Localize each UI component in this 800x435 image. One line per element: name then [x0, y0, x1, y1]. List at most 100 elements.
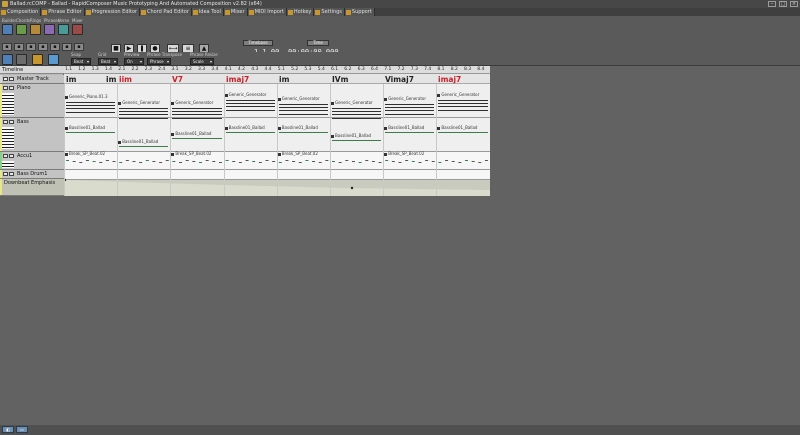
- phrase-clip[interactable]: Generic_Generator: [331, 100, 381, 107]
- tool-b-button[interactable]: ▪: [14, 43, 24, 51]
- solo-icon[interactable]: [9, 86, 14, 90]
- status-right-icon[interactable]: ▭: [16, 426, 28, 433]
- phrase-clip[interactable]: Bassline01_Ballad: [277, 125, 328, 132]
- folder-icon[interactable]: [32, 54, 43, 65]
- accu-note: [218, 162, 222, 163]
- tab-midi-import[interactable]: MIDI Import: [247, 8, 287, 16]
- accu-note: [285, 160, 289, 161]
- bar-line: [223, 84, 225, 196]
- drum-track-header[interactable]: Bass Drum1: [0, 170, 64, 179]
- verse-icon[interactable]: [58, 24, 69, 35]
- accu-note: [79, 162, 83, 163]
- note-bar: [278, 114, 328, 115]
- phrase-clip[interactable]: Bassline01_Ballad: [171, 131, 221, 138]
- phrase-clip[interactable]: Generic_Generator: [118, 100, 168, 107]
- phrase-clip[interactable]: Break_SP_Beat.02: [171, 151, 271, 158]
- accu-note: [99, 162, 103, 163]
- drum-track-name: Bass Drum1: [17, 171, 48, 177]
- tab-mixer[interactable]: Mixer: [223, 8, 248, 16]
- phrase-clip[interactable]: Generic_Piano.01.3: [65, 94, 115, 101]
- status-left-icon[interactable]: ◧: [2, 426, 14, 433]
- rings-icon[interactable]: [30, 24, 41, 35]
- tool-g-button[interactable]: ▪: [74, 43, 84, 51]
- tab-phrase-editor[interactable]: Phrase Editor: [41, 8, 85, 16]
- master-track-header[interactable]: Master Track: [0, 75, 64, 84]
- grid-dropdown[interactable]: Beat: [98, 58, 118, 65]
- bass-track-header[interactable]: Bass: [0, 118, 64, 152]
- timeline-area[interactable]: 1.1 1.2 1.3 1.4 2.1 2.2 2.3 2.4 3.1 3.2 3.3 3.4 4.1 4…: [64, 66, 490, 196]
- emphasis-point[interactable]: [350, 186, 354, 190]
- minimize-icon[interactable]: –: [768, 1, 776, 7]
- maximize-icon[interactable]: □: [779, 1, 787, 7]
- accu-note: [451, 161, 455, 162]
- accu-note: [119, 162, 123, 163]
- mixer-label: Mixer: [72, 18, 83, 23]
- solo-icon[interactable]: [9, 120, 14, 124]
- note-bar: [385, 132, 435, 133]
- midi-import-icon: [248, 9, 254, 15]
- phrase-transpose-dropdown[interactable]: Phrase: [147, 58, 171, 65]
- phrase-clip[interactable]: Break_SP_Beat.02: [277, 151, 378, 158]
- accu-note: [192, 161, 196, 162]
- accu-note: [145, 160, 149, 161]
- mute-icon[interactable]: [3, 154, 8, 158]
- accu-note: [325, 160, 329, 161]
- phrase-clip[interactable]: Bassline01_Ballad: [65, 125, 115, 132]
- progression-editor-icon: [85, 9, 91, 15]
- accu-note: [139, 162, 143, 163]
- note-bar: [119, 146, 169, 147]
- accu-track-header[interactable]: Accu1: [0, 152, 64, 170]
- phrase-clip[interactable]: Generic_Generator: [224, 92, 275, 99]
- solo-icon[interactable]: [9, 77, 14, 81]
- mixer-tool-icon[interactable]: [72, 24, 83, 35]
- mute-icon[interactable]: [3, 172, 8, 176]
- note-view-icon[interactable]: [2, 54, 13, 65]
- snap-dropdown[interactable]: Beat: [71, 58, 91, 65]
- phrase-clip[interactable]: Bassline01_Ballad: [437, 125, 487, 132]
- support-icon: [345, 9, 351, 15]
- tool-f-button[interactable]: ▪: [62, 43, 72, 51]
- tab-hotkey[interactable]: Hotkey: [286, 8, 315, 16]
- accu-track-name: Accu1: [17, 153, 33, 159]
- tab-chord-pad-editor[interactable]: Chord Pad Editor: [139, 8, 192, 16]
- phrases-icon[interactable]: [44, 24, 55, 35]
- phrase-clip[interactable]: Generic_Generator: [277, 96, 328, 103]
- accu-note: [418, 162, 422, 163]
- mute-icon[interactable]: [3, 120, 8, 124]
- phrase-clip[interactable]: Generic_Generator: [171, 100, 221, 107]
- phrase-clip[interactable]: Break_SP_Beat.02: [65, 151, 165, 158]
- cloud-icon[interactable]: [48, 54, 59, 65]
- phrase-clip[interactable]: Bassline01_Ballad: [224, 125, 275, 132]
- phrase-clip[interactable]: Bassline01_Ballad: [384, 125, 434, 132]
- phrase-clip[interactable]: Generic_Generator: [437, 92, 487, 99]
- tool-d-button[interactable]: ▪: [38, 43, 48, 51]
- solo-icon[interactable]: [9, 172, 14, 176]
- phrase-clip[interactable]: Bassline01_Ballad: [331, 133, 381, 140]
- tab-composition[interactable]: Composition: [0, 8, 42, 16]
- phrase-resize-dropdown[interactable]: Scale: [190, 58, 214, 65]
- note-bar: [332, 118, 382, 119]
- mute-icon[interactable]: [3, 86, 8, 90]
- tab-support[interactable]: Support: [344, 8, 375, 16]
- phrase-clip[interactable]: Bassline01_Ballad: [118, 139, 168, 146]
- tool-e-button[interactable]: ▪: [50, 43, 60, 51]
- chords-icon[interactable]: [16, 24, 27, 35]
- close-icon[interactable]: ×: [790, 1, 798, 7]
- mute-icon[interactable]: [3, 77, 8, 81]
- builder-icon[interactable]: [2, 24, 13, 35]
- preview-dropdown[interactable]: On: [124, 58, 144, 65]
- list-view-icon[interactable]: [16, 54, 27, 65]
- tab-progression-editor[interactable]: Progression Editor: [84, 8, 140, 16]
- piano-track-name: Piano: [17, 85, 31, 91]
- phrase-clip[interactable]: Break_SP_Beat.02: [384, 151, 484, 158]
- tab-settings[interactable]: Settings: [314, 8, 345, 16]
- note-bar: [385, 107, 435, 108]
- emphasis-track-header[interactable]: Downbeat Emphasis: [0, 179, 64, 196]
- solo-icon[interactable]: [9, 154, 14, 158]
- tool-c-button[interactable]: ▪: [26, 43, 36, 51]
- tab-idea-tool[interactable]: Idea Tool: [191, 8, 224, 16]
- piano-track-header[interactable]: Piano: [0, 84, 64, 118]
- phrase-clip[interactable]: Generic_Generator: [384, 96, 434, 103]
- tool-a-button[interactable]: ▪: [2, 43, 12, 51]
- note-bar: [172, 138, 222, 139]
